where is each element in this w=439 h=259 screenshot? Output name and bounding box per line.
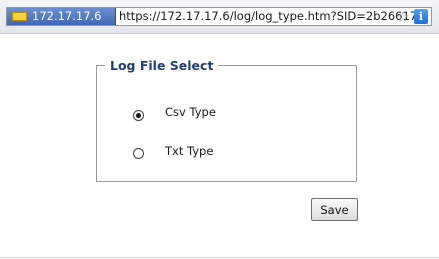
site-identity-icon: [12, 12, 27, 21]
divider: [0, 257, 439, 258]
log-file-select-legend: Log File Select: [110, 58, 214, 73]
csv-type-label[interactable]: Csv Type: [165, 105, 216, 119]
csv-type-radio[interactable]: [133, 110, 144, 121]
save-button[interactable]: Save: [311, 198, 358, 221]
browser-address-bar: 172.17.17.6 https://172.17.17.6/log/log_…: [0, 0, 439, 34]
site-identity-button[interactable]: 172.17.17.6: [7, 8, 116, 25]
url-field[interactable]: 172.17.17.6 https://172.17.17.6/log/log_…: [6, 7, 432, 26]
txt-type-label[interactable]: Txt Type: [165, 144, 213, 158]
info-icon[interactable]: i: [414, 9, 428, 24]
star-icon[interactable]: ☆: [395, 9, 411, 25]
txt-type-radio[interactable]: [133, 148, 144, 159]
url-text[interactable]: https://172.17.17.6/log/log_type.htm?SID…: [119, 9, 417, 24]
site-host: 172.17.17.6: [32, 9, 102, 23]
